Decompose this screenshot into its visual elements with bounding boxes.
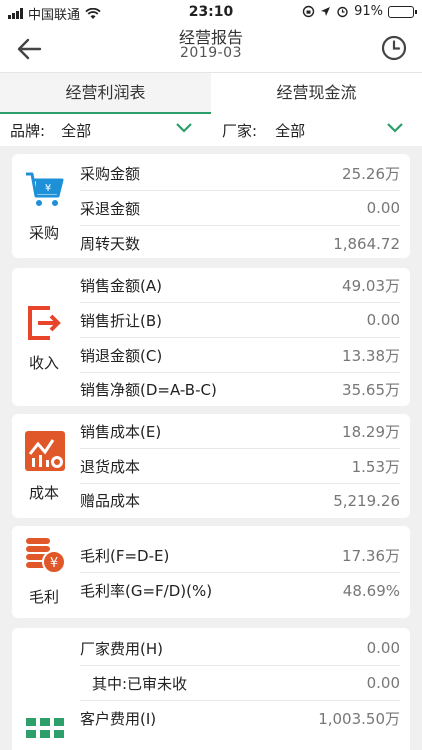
svg-text:¥: ¥ xyxy=(50,556,58,571)
chevron-down-icon xyxy=(387,123,403,133)
report-period: 2019-03 xyxy=(180,45,242,61)
row-value: 1,864.72 xyxy=(333,234,400,253)
row-value: 13.38万 xyxy=(342,346,400,365)
coins-icon: ¥ xyxy=(26,538,66,574)
row-label: 退货成本 xyxy=(80,457,141,476)
row-value: 48.69% xyxy=(342,581,400,600)
section-label-income: 收入 xyxy=(28,354,59,372)
table-row[interactable]: 销售金额(A) 49.03万 xyxy=(80,268,400,303)
table-row[interactable]: 退货成本 1.53万 xyxy=(80,449,400,484)
vendor-filter-value: 全部 xyxy=(275,121,306,140)
income-arrow-icon xyxy=(28,306,61,340)
row-label: 客户费用(I) xyxy=(80,710,157,728)
location-icon xyxy=(321,7,331,16)
chevron-down-icon xyxy=(176,123,192,133)
section-label-purchase: 采购 xyxy=(28,224,59,242)
row-label: 销退金额(C) xyxy=(80,346,163,365)
expense-card: 厂家费用(H) 0.00 其中:已审未收 0.00 客户费用(I) 1,003.50万 xyxy=(12,628,410,750)
shopping-cart-icon: ¥ xyxy=(26,172,64,206)
row-label: 毛利(F=D-E) xyxy=(80,546,170,565)
row-value: 18.29万 xyxy=(342,422,400,441)
table-row[interactable]: 赠品成本 5,219.26 xyxy=(80,483,400,518)
row-value: 1.53万 xyxy=(351,457,400,476)
row-label: 毛利率(G=F/D)(%) xyxy=(80,582,213,600)
section-label-cost: 成本 xyxy=(28,484,59,502)
battery-icon xyxy=(388,5,417,18)
expense-grid-icon xyxy=(26,718,64,738)
table-row[interactable]: 周转天数 1,864.72 xyxy=(80,226,400,261)
table-row[interactable]: 采退金额 0.00 xyxy=(80,191,400,226)
section-label-gross: 毛利 xyxy=(28,588,59,606)
brand-filter-label: 品牌: xyxy=(10,121,46,140)
svg-text:¥: ¥ xyxy=(45,183,51,194)
filter-bar: 品牌: 全部 厂家: 全部 xyxy=(0,114,422,146)
row-value: 17.36万 xyxy=(342,546,400,565)
table-row[interactable]: 毛利率(G=F/D)(%) 48.69% xyxy=(80,573,400,608)
gross-profit-card: ¥ 毛利 毛利(F=D-E) 17.36万 毛利率(G=F/D)(%) 48.69% xyxy=(12,526,410,618)
table-row[interactable]: 客户费用(I) 1,003.50万 xyxy=(80,701,400,736)
table-row[interactable]: 销售净额(D=A-B-C) 35.65万 xyxy=(80,372,400,407)
table-row[interactable]: 销售折让(B) 0.00 xyxy=(80,303,400,338)
row-value: 0.00 xyxy=(366,674,400,692)
row-label: 采退金额 xyxy=(80,199,141,218)
row-label: 厂家费用(H) xyxy=(80,639,163,658)
vendor-filter-label: 厂家: xyxy=(222,121,258,140)
orientation-lock-icon xyxy=(302,5,315,18)
cost-card: 成本 销售成本(E) 18.29万 退货成本 1.53万 赠品成本 5,219.26 xyxy=(12,414,410,518)
tab-profit-statement[interactable]: 经营利润表 xyxy=(0,73,211,114)
report-tabs: 经营利润表 经营现金流 xyxy=(0,72,422,114)
row-value: 35.65万 xyxy=(342,381,400,399)
table-row[interactable]: 厂家费用(H) 0.00 xyxy=(80,631,400,666)
table-row[interactable]: 采购金额 25.26万 xyxy=(80,156,400,191)
row-label: 赠品成本 xyxy=(80,492,141,510)
battery-percent: 91% xyxy=(354,4,383,19)
income-card: 收入 销售金额(A) 49.03万 销售折让(B) 0.00 销退金额(C) 13.3… xyxy=(12,268,410,406)
row-value: 49.03万 xyxy=(342,276,400,295)
clock-icon xyxy=(381,35,407,61)
row-value: 25.26万 xyxy=(342,164,400,183)
history-button[interactable] xyxy=(380,34,408,62)
table-row[interactable]: 销售成本(E) 18.29万 xyxy=(80,414,400,449)
nav-bar: 经营报告 2019-03 xyxy=(0,24,422,72)
row-value: 0.00 xyxy=(366,311,400,329)
row-label: 销售成本(E) xyxy=(80,422,162,441)
status-bar: 中国联通 23:10 91% xyxy=(0,0,422,24)
row-label: 销售折让(B) xyxy=(80,311,162,330)
vendor-filter[interactable]: 厂家: 全部 xyxy=(222,114,412,146)
row-value: 1,003.50万 xyxy=(318,710,400,728)
brand-filter-value: 全部 xyxy=(61,121,92,140)
row-label: 销售金额(A) xyxy=(80,276,162,295)
row-label: 销售净额(D=A-B-C) xyxy=(80,381,217,399)
row-value: 0.00 xyxy=(366,199,400,217)
brand-filter[interactable]: 品牌: 全部 xyxy=(10,114,210,146)
table-row[interactable]: 销退金额(C) 13.38万 xyxy=(80,338,400,373)
tab-cash-flow[interactable]: 经营现金流 xyxy=(211,73,422,114)
table-row[interactable]: 毛利(F=D-E) 17.36万 xyxy=(80,538,400,573)
cost-chart-icon xyxy=(25,431,65,471)
purchase-card: ¥ 采购 采购金额 25.26万 采退金额 0.00 周转天数 1,864.72 xyxy=(12,154,410,258)
row-label: 采购金额 xyxy=(80,164,141,183)
table-row[interactable]: 其中:已审未收 0.00 xyxy=(80,666,400,701)
row-label: 其中:已审未收 xyxy=(92,674,188,693)
alarm-icon xyxy=(337,6,348,18)
row-label: 周转天数 xyxy=(80,235,141,253)
row-value: 0.00 xyxy=(366,639,400,657)
row-value: 5,219.26 xyxy=(333,491,400,510)
